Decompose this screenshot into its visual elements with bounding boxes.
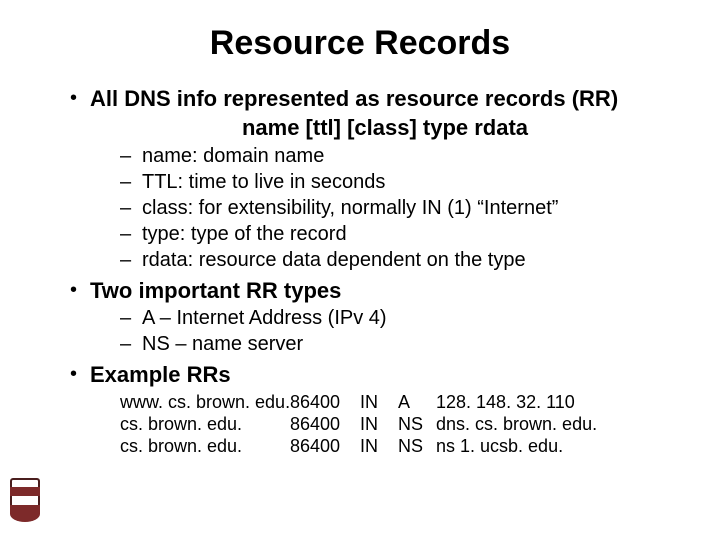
rr-name: cs. brown. edu. (120, 413, 290, 435)
example-rr-row: cs. brown. edu. 86400 IN NS dns. cs. bro… (120, 413, 680, 435)
field-type: type: type of the record (120, 221, 680, 247)
bullet-list: All DNS info represented as resource rec… (40, 85, 680, 457)
bullet-rr-intro: All DNS info represented as resource rec… (70, 85, 680, 273)
example-rr-table: www. cs. brown. edu. 86400 IN A 128. 148… (90, 391, 680, 457)
slide-title: Resource Records (40, 24, 680, 63)
field-name: name: domain name (120, 143, 680, 169)
field-class: class: for extensibility, normally IN (1… (120, 195, 680, 221)
bullet-rr-types: Two important RR types A – Internet Addr… (70, 277, 680, 357)
field-rdata: rdata: resource data dependent on the ty… (120, 247, 680, 273)
example-rr-row: www. cs. brown. edu. 86400 IN A 128. 148… (120, 391, 680, 413)
rr-syntax-line: name [ttl] [class] type rdata (90, 115, 680, 141)
bullet-example-rrs-text: Example RRs (90, 361, 680, 389)
bullet-example-rrs: Example RRs www. cs. brown. edu. 86400 I… (70, 361, 680, 457)
rr-name: www. cs. brown. edu. (120, 391, 290, 413)
rr-type-ns: NS – name server (120, 331, 680, 357)
rr-rdata: ns 1. ucsb. edu. (436, 435, 563, 457)
field-ttl: TTL: time to live in seconds (120, 169, 680, 195)
bullet-rr-types-text: Two important RR types (90, 277, 680, 305)
rr-rdata: dns. cs. brown. edu. (436, 413, 597, 435)
field-list: name: domain name TTL: time to live in s… (90, 143, 680, 273)
university-crest-icon (10, 478, 40, 520)
rr-class: IN (360, 391, 398, 413)
rr-type: NS (398, 413, 436, 435)
rr-rdata: 128. 148. 32. 110 (436, 391, 575, 413)
rr-name: cs. brown. edu. (120, 435, 290, 457)
example-rr-row: cs. brown. edu. 86400 IN NS ns 1. ucsb. … (120, 435, 680, 457)
rr-type: NS (398, 435, 436, 457)
rr-class: IN (360, 413, 398, 435)
bullet-rr-intro-text: All DNS info represented as resource rec… (90, 85, 680, 113)
rr-type: A (398, 391, 436, 413)
rr-class: IN (360, 435, 398, 457)
slide: Resource Records All DNS info represente… (0, 0, 720, 540)
rr-ttl: 86400 (290, 413, 360, 435)
rr-type-a: A – Internet Address (IPv 4) (120, 305, 680, 331)
rr-ttl: 86400 (290, 391, 360, 413)
rr-type-list: A – Internet Address (IPv 4) NS – name s… (90, 305, 680, 357)
rr-ttl: 86400 (290, 435, 360, 457)
